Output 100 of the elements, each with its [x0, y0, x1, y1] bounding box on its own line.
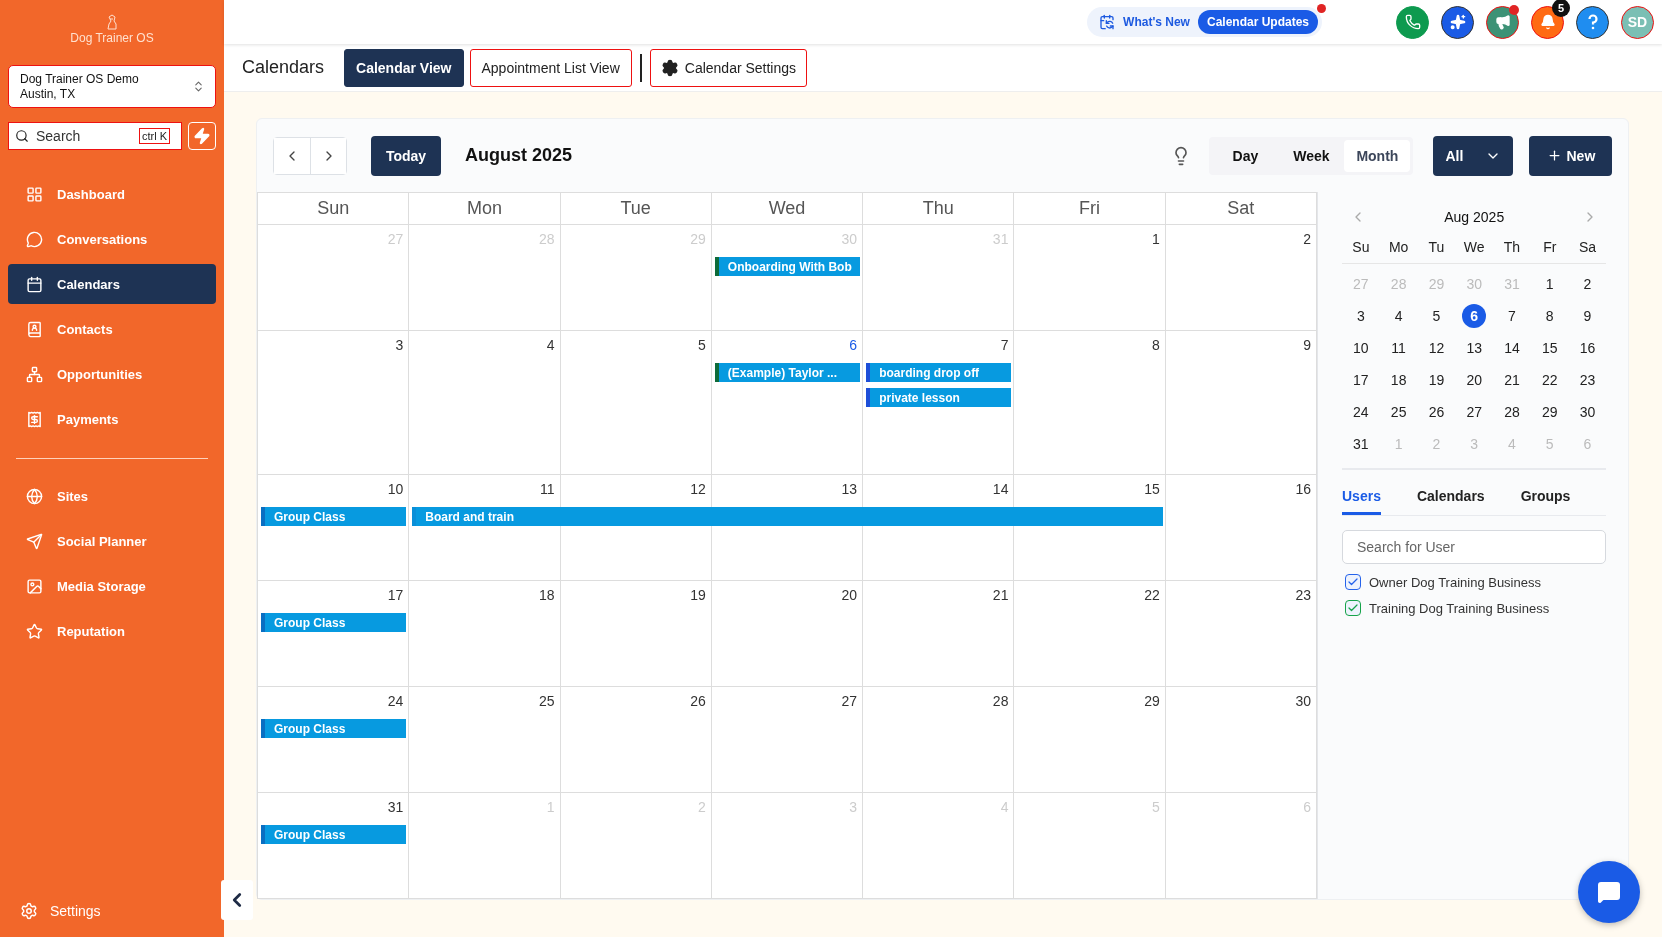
day-number: 14 [992, 481, 1009, 497]
mini-calendar-day[interactable]: 11 [1386, 336, 1411, 360]
announcements-button[interactable] [1486, 5, 1519, 39]
globe-icon [26, 487, 43, 505]
view-tab[interactable]: Appointment List View [469, 48, 632, 87]
filter-tab[interactable]: Users [1342, 488, 1381, 515]
mini-calendar-day[interactable]: 10 [1348, 336, 1373, 360]
mini-calendar-day[interactable]: 2 [1575, 272, 1600, 296]
mini-calendar-title: Aug 2025 [1444, 209, 1505, 225]
mini-calendar-day[interactable]: 28 [1499, 400, 1524, 424]
mini-calendar-day[interactable]: 20 [1462, 368, 1487, 392]
mini-calendar-day[interactable]: 31 [1348, 432, 1373, 456]
calendar-updates-button[interactable]: Calendar Updates [1197, 10, 1318, 34]
search-field[interactable]: Search ctrl K [8, 122, 182, 150]
day-number: 26 [690, 693, 706, 709]
new-button[interactable]: New [1529, 135, 1613, 176]
mini-calendar-day[interactable]: 19 [1424, 368, 1449, 392]
day-number: 22 [1144, 587, 1160, 603]
user-search-field[interactable]: Search for User [1342, 530, 1607, 564]
weekday-header: Sat [1165, 193, 1317, 225]
mini-calendar-day[interactable]: 4 [1386, 304, 1411, 328]
network-icon [26, 365, 43, 383]
mini-calendar-day[interactable]: 17 [1348, 368, 1373, 392]
mini-calendar-day[interactable]: 12 [1424, 336, 1449, 360]
mini-calendar-day[interactable]: 8 [1537, 304, 1562, 328]
filter-dropdown[interactable]: All [1433, 135, 1514, 176]
mini-calendar-day[interactable]: 21 [1499, 368, 1524, 392]
user-checkbox[interactable] [1345, 574, 1361, 590]
day-number: 15 [1144, 481, 1160, 497]
weekday-header: Thu [863, 193, 1015, 225]
dog-logo-icon [105, 14, 119, 30]
phone-button[interactable] [1396, 5, 1429, 39]
mini-calendar-day[interactable]: 18 [1386, 368, 1411, 392]
filter-tab[interactable]: Groups [1520, 488, 1571, 515]
view-tab[interactable]: Calendar View [344, 48, 464, 87]
contact-book-icon [26, 320, 43, 338]
mini-calendar-day[interactable]: 5 [1424, 304, 1449, 328]
sparkles-icon [1449, 14, 1466, 30]
calendar-sync-icon [1099, 14, 1116, 30]
mini-calendar-day[interactable]: 27 [1462, 400, 1487, 424]
gear-icon [660, 58, 679, 77]
day-number: 12 [690, 481, 706, 497]
image-icon [26, 577, 43, 595]
mini-calendar-day[interactable]: 14 [1499, 336, 1524, 360]
notifications-button[interactable] [1531, 5, 1564, 39]
help-button[interactable] [1576, 5, 1609, 39]
receipt-icon [26, 410, 43, 428]
mini-calendar-day[interactable]: 23 [1575, 368, 1600, 392]
mini-calendar-day[interactable]: 6 [1462, 304, 1487, 328]
chat-bubble-icon [26, 230, 43, 248]
nav-item[interactable]: Calendars [8, 264, 216, 304]
send-icon [26, 532, 43, 550]
mini-calendar-day[interactable]: 25 [1386, 400, 1411, 424]
day-number: 29 [1144, 693, 1160, 709]
mini-calendar-day[interactable]: 26 [1424, 400, 1449, 424]
quick-action-button[interactable] [188, 122, 216, 150]
lightning-icon [193, 127, 211, 145]
user-checkbox[interactable] [1345, 600, 1361, 616]
view-option[interactable]: Week [1278, 139, 1345, 172]
day-number: 20 [841, 587, 858, 603]
weekday-header: Fri [1014, 193, 1166, 225]
mini-calendar-day[interactable]: 1 [1537, 272, 1562, 296]
mini-calendar-day[interactable]: 29 [1537, 400, 1562, 424]
mini-calendar-day[interactable]: 13 [1462, 336, 1487, 360]
day-number: 3 [395, 337, 404, 353]
weekday-header: Tue [560, 193, 712, 225]
day-number: 24 [387, 693, 404, 709]
mini-calendar-day[interactable]: 22 [1537, 368, 1562, 392]
collapse-sidebar-button[interactable] [221, 880, 253, 920]
day-number: 19 [690, 587, 706, 603]
calendar-settings-button[interactable]: Calendar Settings [649, 48, 808, 87]
day-number: 13 [841, 481, 858, 497]
day-number: 17 [387, 587, 404, 603]
alert-dot [1509, 4, 1519, 15]
mini-calendar-day[interactable]: 16 [1575, 336, 1600, 360]
weekday-label: We [1455, 232, 1494, 264]
day-number: 2 [1303, 231, 1311, 247]
check-icon [1347, 576, 1359, 588]
weekday-label: Sa [1568, 232, 1607, 264]
ai-button[interactable] [1441, 5, 1474, 39]
weekday-header: Sun [258, 193, 410, 225]
mini-calendar-day[interactable]: 24 [1348, 400, 1373, 424]
question-mark-icon [1585, 14, 1600, 30]
view-option[interactable]: Day [1212, 139, 1279, 172]
page-title: Calendars [242, 57, 325, 78]
search-icon [15, 129, 29, 143]
brand-name: Dog Trainer OS [70, 31, 154, 45]
day-number: 8 [1151, 337, 1160, 353]
mini-calendar-day[interactable]: 3 [1348, 304, 1373, 328]
filter-tab[interactable]: Calendars [1416, 488, 1485, 515]
today-button[interactable]: Today [371, 135, 441, 176]
check-icon [1347, 602, 1359, 614]
mini-calendar-day[interactable]: 9 [1575, 304, 1600, 328]
account-switcher[interactable]: Dog Trainer OS Demo Austin, TX [8, 65, 216, 108]
mini-calendar-day[interactable]: 30 [1575, 400, 1600, 424]
mini-calendar-day[interactable]: 7 [1499, 304, 1524, 328]
view-option[interactable]: Month [1344, 139, 1411, 172]
day-number: 9 [1303, 337, 1311, 353]
mini-calendar-day[interactable]: 15 [1537, 336, 1562, 360]
whats-new-link[interactable]: What's New [1099, 14, 1190, 30]
